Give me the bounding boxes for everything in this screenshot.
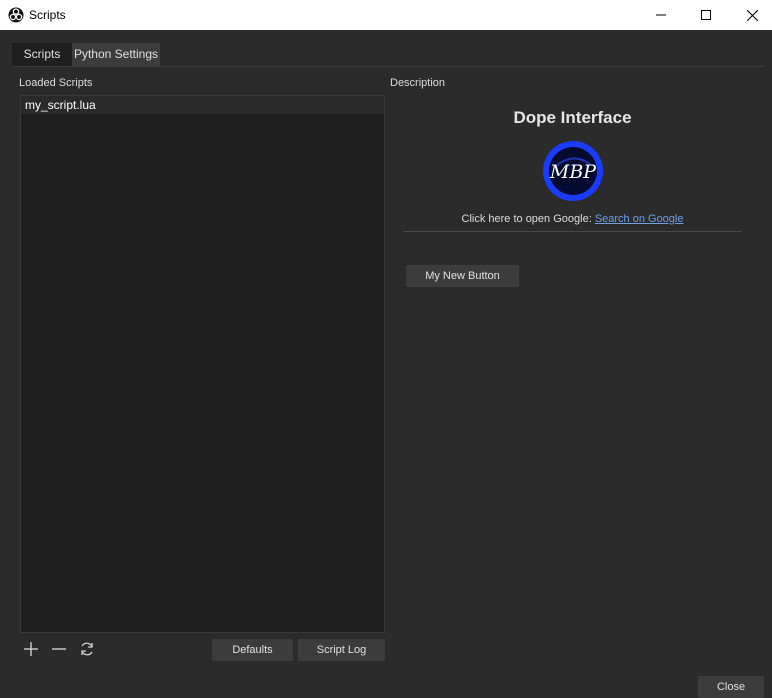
add-script-button[interactable] [20,640,42,660]
google-search-link[interactable]: Search on Google [595,213,684,225]
maximize-button[interactable] [683,0,729,30]
window-title: Scripts [29,8,66,22]
google-description: Click here to open Google: Search on Goo… [403,213,742,225]
loaded-scripts-label: Loaded Scripts [19,77,93,89]
tab-divider [12,66,764,67]
description-divider [403,231,742,232]
defaults-button[interactable]: Defaults [212,639,293,661]
script-list[interactable]: my_script.lua [20,95,385,633]
close-button[interactable]: Close [698,676,764,698]
title-bar: Scripts [0,0,772,30]
description-title: Dope Interface [513,108,632,127]
maximize-icon [701,10,711,20]
close-icon [746,9,758,21]
minus-icon [51,641,67,660]
logo-text: MBP [549,161,597,183]
script-logo-image: MBP [542,140,604,202]
script-log-button[interactable]: Script Log [298,639,385,661]
description-label: Description [390,77,446,89]
reload-script-button[interactable] [76,640,98,660]
remove-script-button[interactable] [48,640,70,660]
script-list-item[interactable]: my_script.lua [21,96,384,114]
plus-icon [23,641,39,660]
minimize-icon [656,10,666,20]
tab-bar: Scripts Python Settings [12,43,160,66]
tab-scripts[interactable]: Scripts [12,43,72,66]
obs-app-icon [8,7,24,23]
google-prefix-text: Click here to open Google: [461,213,595,225]
my-new-button[interactable]: My New Button [406,265,519,287]
close-window-button[interactable] [729,0,772,30]
minimize-button[interactable] [638,0,684,30]
refresh-icon [79,641,95,660]
tab-python-settings[interactable]: Python Settings [72,43,160,66]
